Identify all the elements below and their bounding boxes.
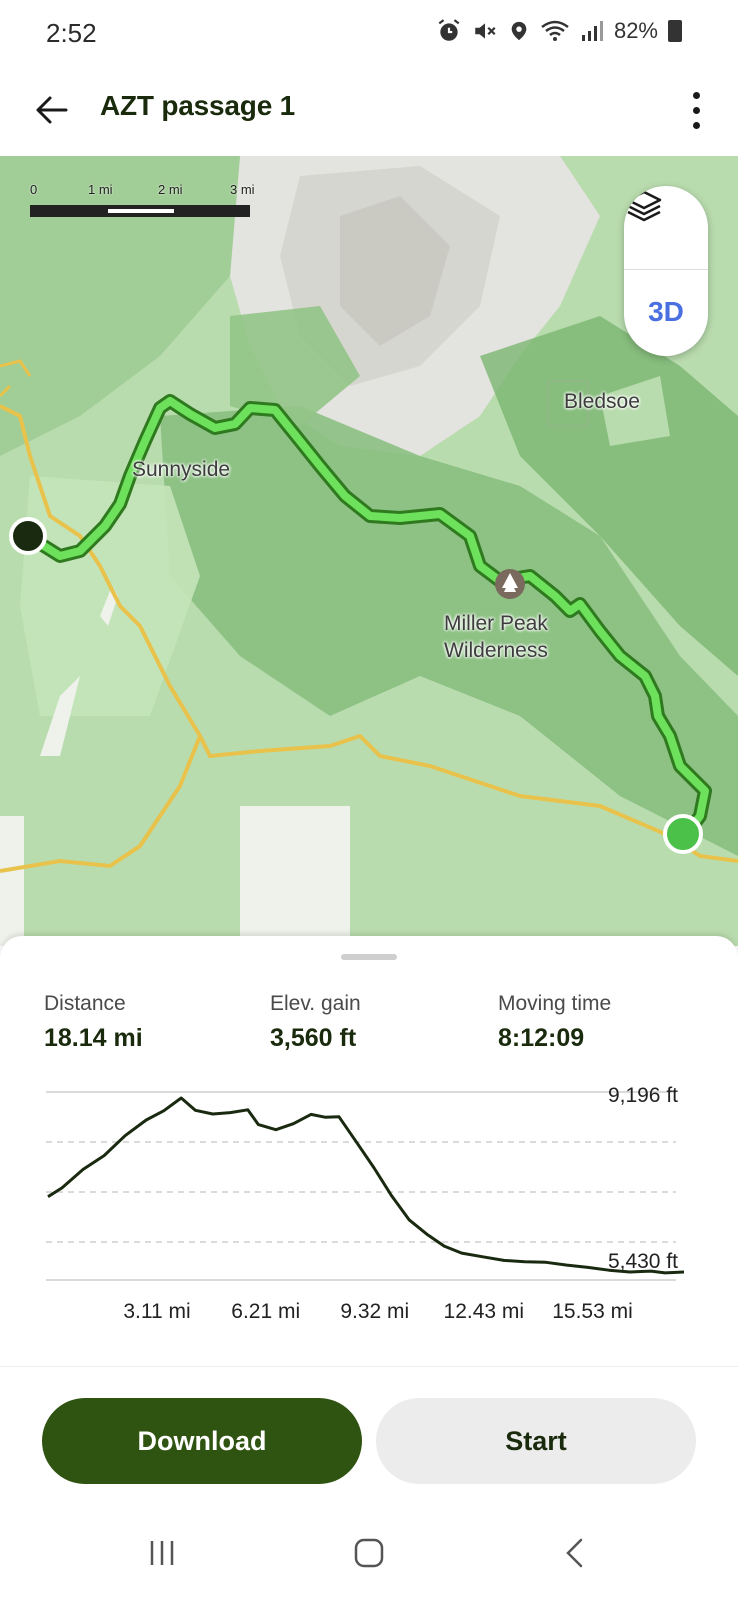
start-marker[interactable] (9, 517, 47, 555)
status-bar: 2:52 82% (0, 0, 738, 72)
home-button[interactable] (339, 1528, 399, 1578)
back-button[interactable] (28, 86, 76, 134)
trail-map[interactable]: 0 1 mi 2 mi 3 mi Sunnyside Bledsoe Mille… (0, 156, 738, 946)
mute-icon (475, 23, 496, 39)
battery-icon (668, 20, 682, 42)
distance-value: 18.14 mi (44, 1024, 143, 1052)
start-button[interactable]: Start (376, 1398, 696, 1484)
divider (0, 1366, 738, 1367)
scale-label-0: 0 (30, 182, 38, 197)
location-icon (511, 21, 527, 41)
more-vertical-icon (692, 91, 700, 99)
drag-handle[interactable] (341, 954, 397, 960)
x-tick-5: 15.53 mi (552, 1300, 633, 1323)
end-marker[interactable] (663, 814, 703, 854)
system-back-button[interactable] (546, 1528, 606, 1578)
map-label-bledsoe: Bledsoe (564, 390, 640, 413)
more-options-button[interactable] (676, 84, 716, 136)
scale-label-2: 2 mi (158, 182, 183, 197)
page-title: AZT passage 1 (100, 90, 296, 121)
arrow-left-icon (36, 96, 68, 124)
download-button[interactable]: Download (42, 1398, 362, 1484)
peak-icon (495, 569, 525, 599)
3d-view-button[interactable]: 3D (624, 270, 708, 354)
signal-icon (581, 21, 603, 41)
layers-icon (626, 190, 662, 222)
x-tick-4: 12.43 mi (443, 1300, 525, 1323)
map-controls: 3D (624, 186, 708, 356)
x-tick-3: 9.32 mi (340, 1300, 410, 1323)
stat-distance: Distance 18.14 mi (44, 992, 143, 1053)
moving-time-label: Moving time (498, 992, 612, 1015)
header: AZT passage 1 (0, 72, 738, 156)
elevation-profile-line (47, 1096, 685, 1275)
recents-icon (150, 1541, 174, 1565)
recents-button[interactable] (132, 1528, 192, 1578)
map-label-miller-peak: Miller Peak Wilderness (444, 612, 548, 662)
scale-label-3: 3 mi (230, 182, 255, 197)
alarm-icon (438, 19, 460, 41)
status-icons: 82% (436, 18, 682, 44)
moving-time-value: 8:12:09 (498, 1024, 585, 1052)
battery-percent: 82% (613, 18, 658, 43)
stat-moving-time: Moving time 8:12:09 (498, 992, 611, 1053)
stat-elev-gain: Elev. gain 3,560 ft (270, 992, 361, 1053)
back-chevron-icon (566, 1538, 583, 1568)
elevation-min-label: 5,430 ft (607, 1250, 678, 1273)
scale-label-1: 1 mi (88, 182, 113, 197)
route-details-sheet: Distance 18.14 mi Elev. gain 3,560 ft Mo… (0, 936, 738, 1599)
x-tick-1: 3.11 mi (123, 1300, 191, 1323)
system-nav-bar (0, 1508, 738, 1599)
elevation-chart-svg (46, 1091, 685, 1281)
layers-button[interactable] (624, 186, 708, 270)
elev-gain-label: Elev. gain (270, 992, 361, 1015)
home-icon (354, 1538, 384, 1568)
x-tick-2: 6.21 mi (231, 1300, 301, 1323)
map-label-sunnyside: Sunnyside (132, 458, 231, 481)
elev-gain-value: 3,560 ft (270, 1024, 357, 1052)
status-time: 2:52 (46, 18, 97, 48)
elevation-max-label: 9,196 ft (607, 1084, 678, 1107)
wifi-icon (541, 20, 569, 41)
distance-label: Distance (44, 992, 126, 1015)
